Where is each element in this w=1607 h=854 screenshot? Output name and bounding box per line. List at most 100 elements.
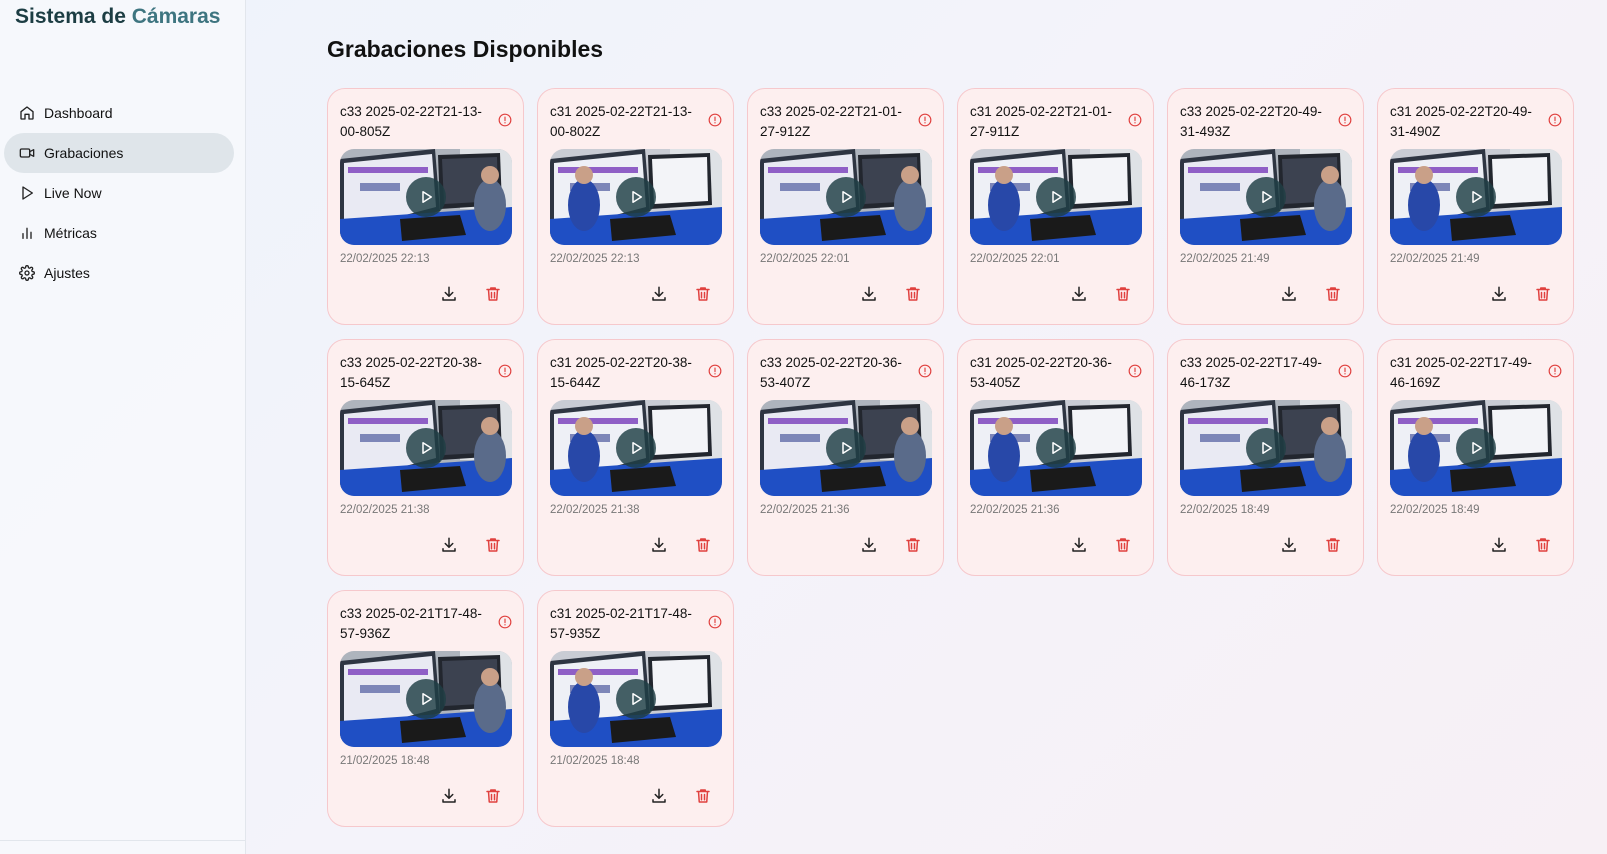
download-icon bbox=[652, 537, 666, 552]
download-button[interactable] bbox=[650, 285, 668, 303]
download-button[interactable] bbox=[1280, 536, 1298, 554]
video-thumbnail[interactable] bbox=[1180, 400, 1352, 496]
delete-button[interactable] bbox=[694, 285, 712, 303]
play-button[interactable] bbox=[1456, 428, 1496, 468]
video-thumbnail[interactable] bbox=[1180, 149, 1352, 245]
sidebar-item-grabaciones[interactable]: Grabaciones bbox=[4, 133, 234, 173]
recording-card: c33 2025-02-22T21-01-27-912Z 22/02/2025 2… bbox=[747, 88, 944, 325]
delete-button[interactable] bbox=[1324, 536, 1342, 554]
download-button[interactable] bbox=[860, 285, 878, 303]
download-button[interactable] bbox=[440, 787, 458, 805]
trash-icon bbox=[906, 538, 920, 552]
play-icon bbox=[632, 442, 642, 454]
alert-circle-icon[interactable] bbox=[708, 364, 722, 378]
video-thumbnail[interactable] bbox=[760, 400, 932, 496]
alert-circle-icon[interactable] bbox=[498, 615, 512, 629]
download-button[interactable] bbox=[1490, 285, 1508, 303]
play-button[interactable] bbox=[616, 177, 656, 217]
recording-title: c31 2025-02-22T21-01-27-911Z bbox=[970, 104, 1112, 139]
play-icon bbox=[422, 191, 432, 203]
alert-circle-icon[interactable] bbox=[708, 113, 722, 127]
sidebar-item-dashboard[interactable]: Dashboard bbox=[4, 93, 234, 133]
delete-button[interactable] bbox=[694, 787, 712, 805]
video-thumbnail[interactable] bbox=[1390, 149, 1562, 245]
delete-button[interactable] bbox=[1114, 536, 1132, 554]
delete-button[interactable] bbox=[1324, 285, 1342, 303]
play-icon bbox=[422, 693, 432, 705]
download-icon bbox=[1072, 537, 1086, 552]
play-button[interactable] bbox=[616, 679, 656, 719]
alert-circle-icon[interactable] bbox=[1338, 113, 1352, 127]
play-button[interactable] bbox=[406, 428, 446, 468]
video-thumbnail[interactable] bbox=[1390, 400, 1562, 496]
alert-circle-icon[interactable] bbox=[1128, 364, 1142, 378]
play-button[interactable] bbox=[1246, 177, 1286, 217]
download-button[interactable] bbox=[1280, 285, 1298, 303]
alert-circle-icon[interactable] bbox=[708, 615, 722, 629]
sidebar-item-live-now[interactable]: Live Now bbox=[4, 173, 234, 213]
video-thumbnail[interactable] bbox=[970, 149, 1142, 245]
download-button[interactable] bbox=[650, 536, 668, 554]
play-button[interactable] bbox=[1036, 428, 1076, 468]
video-thumbnail[interactable] bbox=[340, 149, 512, 245]
play-button[interactable] bbox=[826, 177, 866, 217]
delete-button[interactable] bbox=[484, 285, 502, 303]
video-thumbnail[interactable] bbox=[550, 149, 722, 245]
delete-button[interactable] bbox=[1534, 285, 1552, 303]
alert-circle-icon[interactable] bbox=[1128, 113, 1142, 127]
sidebar-item-label: Métricas bbox=[44, 225, 97, 241]
gear-icon bbox=[19, 265, 35, 281]
alert-circle-icon[interactable] bbox=[1548, 364, 1562, 378]
alert-circle-icon[interactable] bbox=[918, 364, 932, 378]
delete-button[interactable] bbox=[1534, 536, 1552, 554]
sidebar-item-label: Grabaciones bbox=[44, 145, 124, 161]
play-icon bbox=[19, 185, 35, 201]
delete-button[interactable] bbox=[1114, 285, 1132, 303]
trash-icon bbox=[1536, 538, 1550, 552]
delete-button[interactable] bbox=[484, 536, 502, 554]
delete-button[interactable] bbox=[904, 536, 922, 554]
recording-title: c31 2025-02-21T17-48-57-935Z bbox=[550, 606, 692, 641]
play-icon bbox=[842, 442, 852, 454]
download-icon bbox=[652, 788, 666, 803]
recording-date: 22/02/2025 18:49 bbox=[1390, 504, 1480, 516]
delete-button[interactable] bbox=[904, 285, 922, 303]
download-button[interactable] bbox=[860, 536, 878, 554]
download-button[interactable] bbox=[1490, 536, 1508, 554]
play-button[interactable] bbox=[406, 177, 446, 217]
recording-title: c33 2025-02-22T21-13-00-805Z bbox=[340, 104, 482, 139]
sidebar-item-ajustes[interactable]: Ajustes bbox=[4, 253, 234, 293]
alert-circle-icon[interactable] bbox=[1338, 364, 1352, 378]
video-thumbnail[interactable] bbox=[340, 651, 512, 747]
play-button[interactable] bbox=[1456, 177, 1496, 217]
alert-circle-icon[interactable] bbox=[498, 364, 512, 378]
recordings-grid: c33 2025-02-22T21-13-00-805Z 22/02/2025 2… bbox=[327, 88, 1577, 827]
download-button[interactable] bbox=[1070, 536, 1088, 554]
play-button[interactable] bbox=[616, 428, 656, 468]
video-thumbnail[interactable] bbox=[340, 400, 512, 496]
download-button[interactable] bbox=[440, 285, 458, 303]
app-title-main: Sistema de bbox=[15, 5, 132, 28]
play-button[interactable] bbox=[1246, 428, 1286, 468]
play-button[interactable] bbox=[826, 428, 866, 468]
alert-circle-icon[interactable] bbox=[498, 113, 512, 127]
recording-date: 21/02/2025 18:48 bbox=[550, 755, 640, 767]
video-thumbnail[interactable] bbox=[970, 400, 1142, 496]
alert-circle-icon[interactable] bbox=[918, 113, 932, 127]
play-button[interactable] bbox=[1036, 177, 1076, 217]
video-thumbnail[interactable] bbox=[760, 149, 932, 245]
sidebar-item-metricas[interactable]: Métricas bbox=[4, 213, 234, 253]
download-button[interactable] bbox=[650, 787, 668, 805]
video-thumbnail[interactable] bbox=[550, 400, 722, 496]
recording-date: 22/02/2025 21:36 bbox=[970, 504, 1060, 516]
delete-button[interactable] bbox=[484, 787, 502, 805]
recording-card: c33 2025-02-22T17-49-46-173Z 22/02/2025 1… bbox=[1167, 339, 1364, 576]
download-button[interactable] bbox=[440, 536, 458, 554]
play-button[interactable] bbox=[406, 679, 446, 719]
alert-circle-icon[interactable] bbox=[1548, 113, 1562, 127]
download-button[interactable] bbox=[1070, 285, 1088, 303]
bar-chart-icon bbox=[19, 225, 35, 241]
delete-button[interactable] bbox=[694, 536, 712, 554]
video-thumbnail[interactable] bbox=[550, 651, 722, 747]
play-icon bbox=[632, 693, 642, 705]
